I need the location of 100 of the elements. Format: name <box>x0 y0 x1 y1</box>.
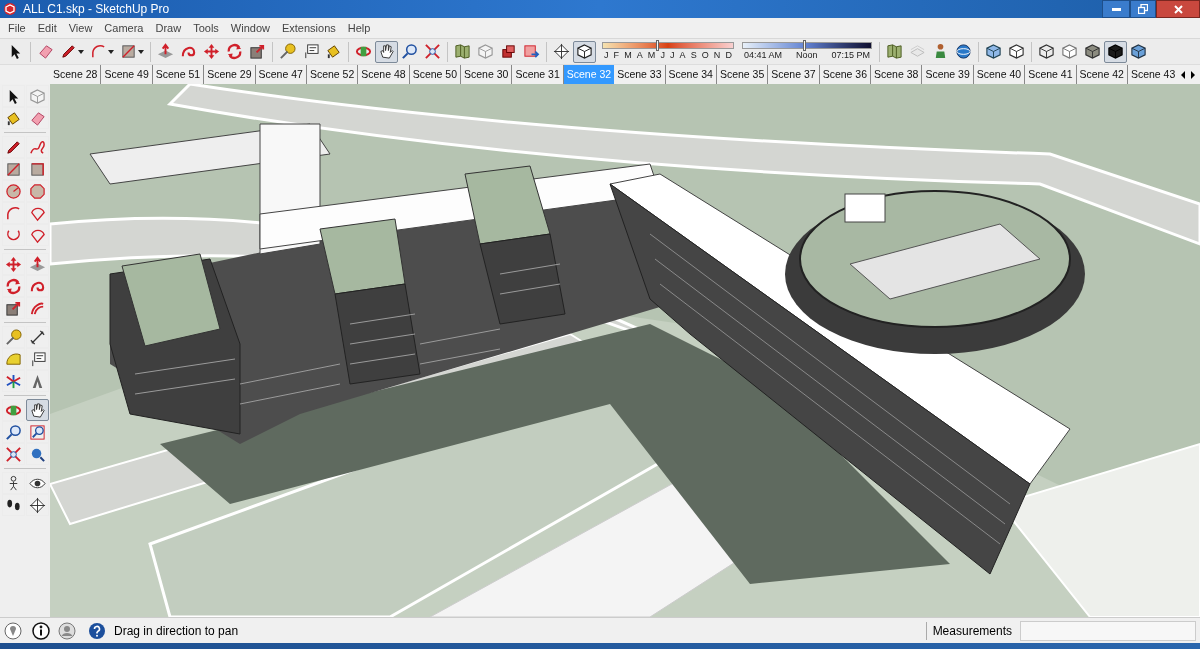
scale-icon <box>249 43 266 60</box>
map-icon <box>454 43 471 60</box>
time-label: 07:15 PM <box>831 50 870 61</box>
scroll-right-icon[interactable] <box>1188 68 1198 81</box>
cube-icon <box>1130 43 1147 60</box>
month-label: M <box>624 50 632 61</box>
month-label: J <box>660 50 665 61</box>
restore-icon <box>1138 4 1148 14</box>
dimension-icon <box>28 328 46 346</box>
window-title: ALL C1.skp - SketchUp Pro <box>23 1 170 18</box>
square-icon <box>4 160 22 178</box>
four-arrows-icon <box>203 43 220 60</box>
slider-track[interactable] <box>602 42 734 49</box>
box-arrow-icon <box>523 43 540 60</box>
protractor-icon <box>4 350 22 368</box>
caret-icon <box>78 49 84 54</box>
minimize-button[interactable] <box>1102 0 1130 18</box>
circular-arrows-icon <box>4 277 22 295</box>
tool-button[interactable] <box>375 40 398 63</box>
app-logo-icon <box>3 2 17 16</box>
menu-item[interactable]: Tools <box>187 19 225 37</box>
caret-icon <box>108 49 114 54</box>
box-stack-icon <box>500 43 517 60</box>
month-label: N <box>713 50 721 61</box>
scale-icon <box>4 299 22 317</box>
cube-icon <box>1008 43 1025 60</box>
label-icon <box>302 43 319 60</box>
map-icon <box>886 43 903 60</box>
crosshair-icon <box>553 43 570 60</box>
cube-icon <box>985 43 1002 60</box>
month-label: A <box>636 50 643 61</box>
box-arrow-icon <box>28 255 46 273</box>
circle-icon <box>4 182 22 200</box>
magnifier-icon <box>4 423 22 441</box>
diagonal-arrows-icon <box>4 445 22 463</box>
slider-thumb[interactable] <box>803 40 807 51</box>
minimize-icon <box>1111 7 1121 11</box>
cube-icon <box>28 87 46 105</box>
squiggle-icon <box>28 138 46 156</box>
measurements-label: Measurements <box>925 621 1012 640</box>
eraser-icon <box>37 43 54 60</box>
help-icon[interactable] <box>88 621 106 640</box>
month-label: A <box>679 50 686 61</box>
crosshair-icon <box>28 496 46 514</box>
tape-measure-icon <box>4 328 22 346</box>
pencil-icon <box>4 138 22 156</box>
time-label: 04:41 AM <box>744 50 783 61</box>
cube-icon <box>1038 43 1055 60</box>
month-label: O <box>701 50 709 61</box>
paint-bucket-icon <box>4 109 22 127</box>
month-label: S <box>690 50 697 61</box>
pencil-icon <box>60 43 77 60</box>
menu-item[interactable]: Window <box>224 19 276 37</box>
hand-icon <box>378 43 395 60</box>
polygon-icon <box>28 182 46 200</box>
menu-item[interactable]: Camera <box>98 19 150 37</box>
user-icon[interactable] <box>58 621 76 640</box>
magnifier-icon <box>401 43 418 60</box>
menu-item[interactable]: Extensions <box>275 19 342 37</box>
month-label: D <box>725 50 732 61</box>
cube-icon <box>576 43 593 60</box>
cube-icon <box>1107 43 1124 60</box>
eraser-icon <box>28 109 46 127</box>
cube-icon <box>1061 43 1078 60</box>
slider-thumb[interactable] <box>656 40 660 51</box>
cube-icon <box>477 43 494 60</box>
box-arrow-icon <box>157 43 174 60</box>
paint-bucket-icon <box>325 43 342 60</box>
hand-icon <box>28 401 46 419</box>
menu-item[interactable]: Draw <box>149 19 188 37</box>
month-label: J <box>604 50 609 61</box>
month-label: M <box>647 50 656 61</box>
magnifier-icon <box>28 423 46 441</box>
close-icon <box>1173 4 1183 14</box>
layers-icon <box>909 43 926 60</box>
circular-arrows-icon <box>226 43 243 60</box>
status-message: Drag in direction to pan <box>114 622 239 640</box>
info-icon[interactable] <box>32 621 50 640</box>
square-icon <box>120 43 137 60</box>
pin-icon[interactable] <box>4 621 22 640</box>
restore-button[interactable] <box>1130 0 1156 18</box>
tool-button[interactable] <box>25 399 49 421</box>
tool-button[interactable] <box>573 40 596 63</box>
month-label: F <box>613 50 620 61</box>
menu-item[interactable]: File <box>2 19 32 37</box>
diagonal-arrows-icon <box>424 43 441 60</box>
four-arrows-icon <box>4 255 22 273</box>
menu-item[interactable]: View <box>62 19 99 37</box>
menu-item[interactable]: Help <box>341 19 377 37</box>
slider-track[interactable] <box>742 42 872 49</box>
month-label: J <box>670 50 675 61</box>
time-label: Noon <box>796 50 818 61</box>
tool-button[interactable] <box>1104 40 1127 63</box>
measurements-field[interactable] <box>1020 620 1196 641</box>
close-button[interactable] <box>1156 0 1200 18</box>
cube-icon <box>1084 43 1101 60</box>
menu-item[interactable]: Edit <box>31 19 63 37</box>
square-icon <box>28 160 46 178</box>
tape-measure-icon <box>279 43 296 60</box>
caret-icon <box>138 49 144 54</box>
